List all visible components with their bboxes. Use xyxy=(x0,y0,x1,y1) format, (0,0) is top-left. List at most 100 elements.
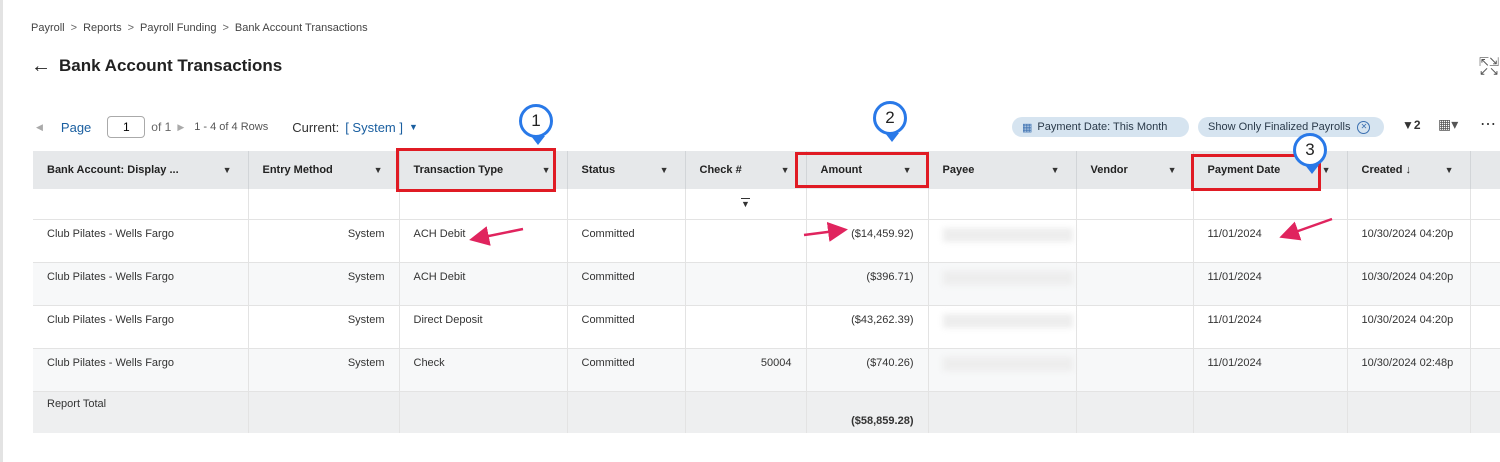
cell-created: 10/30/2024 02:48p xyxy=(1347,348,1471,392)
table-row[interactable]: Club Pilates - Wells Fargo System Check … xyxy=(33,348,1500,392)
table-row[interactable]: Club Pilates - Wells Fargo System Direct… xyxy=(33,305,1500,349)
table-row[interactable]: Club Pilates - Wells Fargo System ACH De… xyxy=(33,219,1500,263)
current-view-select[interactable]: [ System ] xyxy=(345,120,403,135)
breadcrumb: Payroll > Reports > Payroll Funding > Ba… xyxy=(31,22,368,34)
cell-payee xyxy=(928,262,1077,306)
cell-payment-date: 11/01/2024 xyxy=(1193,219,1348,263)
cell-bank: Club Pilates - Wells Fargo xyxy=(33,219,249,263)
filter-chip-finalized[interactable]: Show Only Finalized Payrolls ✕ xyxy=(1198,117,1384,137)
filter-cell[interactable] xyxy=(567,189,686,220)
cell-amount: ($14,459.92) xyxy=(806,219,929,263)
cell-method: System xyxy=(248,305,400,349)
cell-status: Committed xyxy=(567,348,686,392)
breadcrumb-reports[interactable]: Reports xyxy=(83,22,122,34)
cell-payee xyxy=(928,305,1077,349)
cell-spacer xyxy=(1470,219,1500,263)
filter-cell[interactable] xyxy=(1347,189,1471,220)
col-transaction-type[interactable]: Transaction Type ▼ xyxy=(399,151,568,189)
breadcrumb-payroll[interactable]: Payroll xyxy=(31,22,65,34)
filter-cell[interactable] xyxy=(1076,189,1194,220)
cell-vendor xyxy=(1076,219,1194,263)
filter-cell[interactable] xyxy=(33,189,249,220)
chevron-down-icon[interactable]: ▼ xyxy=(1445,165,1454,175)
filter-cell[interactable]: ▼ xyxy=(685,189,807,220)
transactions-table: Bank Account: Display ... ▼ Entry Method ▼… xyxy=(33,151,1500,433)
cell-payment-date: 11/01/2024 xyxy=(1193,305,1348,349)
cell-created: 10/30/2024 04:20p xyxy=(1347,219,1471,263)
cell-type: ACH Debit xyxy=(399,262,568,306)
chevron-down-icon[interactable]: ▼ xyxy=(409,122,418,132)
breadcrumb-payroll-funding[interactable]: Payroll Funding xyxy=(140,22,216,34)
filter-cell[interactable] xyxy=(928,189,1077,220)
chevron-down-icon[interactable]: ▼ xyxy=(1051,165,1060,175)
chevron-down-icon[interactable]: ▼ xyxy=(660,165,669,175)
redacted-payee xyxy=(942,356,1073,371)
cell-type: ACH Debit xyxy=(399,219,568,263)
chevron-down-icon[interactable]: ▼ xyxy=(542,165,551,175)
col-spacer xyxy=(1470,151,1500,189)
chevron-down-icon[interactable]: ▼ xyxy=(1322,165,1331,175)
col-amount[interactable]: Amount ▼ xyxy=(806,151,929,189)
annotation-marker-3: 3 xyxy=(1293,133,1327,174)
col-payee[interactable]: Payee ▼ xyxy=(928,151,1077,189)
calendar-icon: ▦ xyxy=(1022,121,1033,134)
col-entry-method[interactable]: Entry Method ▼ xyxy=(248,151,400,189)
current-view-label: Current: xyxy=(292,119,340,135)
page-number-input[interactable] xyxy=(107,116,146,138)
annotation-marker-1: 1 xyxy=(519,104,553,145)
cell-spacer xyxy=(1470,305,1500,349)
cell-payee xyxy=(928,219,1077,263)
filter-cell[interactable] xyxy=(399,189,568,220)
cell-amount: ($740.26) xyxy=(806,348,929,392)
filter-chip-payment-date[interactable]: ▦ Payment Date: This Month xyxy=(1012,117,1189,137)
filter-cell[interactable] xyxy=(1193,189,1348,220)
filter-cell[interactable] xyxy=(806,189,929,220)
cell-created: 10/30/2024 04:20p xyxy=(1347,262,1471,306)
next-page-icon[interactable]: ▶ xyxy=(177,122,184,133)
rows-count: 1 - 4 of 4 Rows xyxy=(194,121,269,133)
chevron-down-icon[interactable]: ▼ xyxy=(903,165,912,175)
back-arrow-icon[interactable]: ← xyxy=(31,56,51,76)
filter-icon: ▼ xyxy=(1402,118,1414,132)
chevron-down-icon[interactable]: ▼ xyxy=(374,165,383,175)
chevron-down-icon[interactable]: ▼ xyxy=(781,165,790,175)
filter-button[interactable]: ▼2 xyxy=(1402,118,1421,132)
annotation-marker-2: 2 xyxy=(873,101,907,142)
cell-check xyxy=(685,219,807,263)
report-total-label: Report Total xyxy=(33,391,249,433)
filter-cell[interactable] xyxy=(248,189,400,220)
cell-bank: Club Pilates - Wells Fargo xyxy=(33,348,249,392)
cell-created: 10/30/2024 04:20p xyxy=(1347,305,1471,349)
page-label: Page xyxy=(60,119,92,135)
cell-vendor xyxy=(1076,262,1194,306)
page-title: Bank Account Transactions xyxy=(59,56,283,75)
export-icon[interactable]: ▦▾ xyxy=(1438,116,1458,133)
cell-payee xyxy=(928,348,1077,392)
cell-spacer xyxy=(1470,348,1500,392)
redacted-payee xyxy=(942,270,1073,285)
table-row[interactable]: Club Pilates - Wells Fargo System ACH De… xyxy=(33,262,1500,306)
col-bank-account[interactable]: Bank Account: Display ... ▼ xyxy=(33,151,249,189)
chevron-down-icon[interactable]: ▼ xyxy=(1168,165,1177,175)
cell-bank: Club Pilates - Wells Fargo xyxy=(33,262,249,306)
cell-status: Committed xyxy=(567,219,686,263)
filter-chip-label: Show Only Finalized Payrolls xyxy=(1208,121,1351,133)
prev-page-icon[interactable]: ◀ xyxy=(36,122,43,133)
breadcrumb-separator: > xyxy=(127,22,135,34)
col-vendor[interactable]: Vendor ▼ xyxy=(1076,151,1194,189)
cell-method: System xyxy=(248,348,400,392)
col-created[interactable]: Created ↓ ▼ xyxy=(1347,151,1471,189)
col-status[interactable]: Status ▼ xyxy=(567,151,686,189)
cell-spacer xyxy=(1470,262,1500,306)
pager: ◀ Page of 1 ▶ 1 - 4 of 4 Rows Current: [… xyxy=(36,114,418,140)
expand-icon[interactable]: ⇱⇲ ↙↘ xyxy=(1478,56,1500,77)
cell-method: System xyxy=(248,262,400,306)
more-icon[interactable]: ⋯ xyxy=(1480,114,1497,134)
cell-vendor xyxy=(1076,348,1194,392)
filter-operator-icon[interactable]: ▼ xyxy=(741,197,750,209)
chevron-down-icon[interactable]: ▼ xyxy=(223,165,232,175)
breadcrumb-separator: > xyxy=(70,22,78,34)
sort-down-icon[interactable]: ↓ xyxy=(1406,164,1412,176)
close-circle-icon[interactable]: ✕ xyxy=(1357,120,1371,134)
col-check-number[interactable]: Check # ▼ xyxy=(685,151,807,189)
